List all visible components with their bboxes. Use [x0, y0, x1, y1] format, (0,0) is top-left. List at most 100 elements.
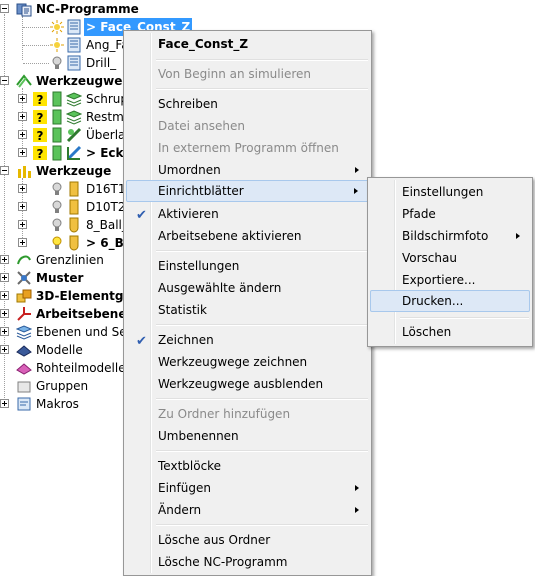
question-icon: ? — [33, 92, 47, 107]
pattern-icon — [17, 271, 31, 285]
menu-item-label: Umordnen — [158, 163, 221, 177]
menu-item-rename[interactable]: Umbenennen — [126, 425, 369, 447]
submenu-item-print[interactable]: Drucken... — [370, 290, 530, 312]
menu-item-settings[interactable]: Einstellungen — [126, 255, 369, 277]
menu-item-insert[interactable]: Einfügen — [126, 477, 369, 499]
menu-item-view-file[interactable]: Datei ansehen — [126, 115, 369, 137]
tree-label: Rohteilmodelle — [36, 361, 126, 375]
tree-label: Muster — [36, 271, 84, 285]
menu-item-label: Ändern — [158, 503, 202, 517]
submenu-arrow-icon — [355, 485, 359, 491]
menu-item-statistics[interactable]: Statistik — [126, 299, 369, 321]
expand-icon[interactable] — [18, 220, 27, 229]
submenu-item-preview[interactable]: Vorschau — [370, 247, 530, 269]
expand-icon[interactable] — [18, 130, 27, 139]
menu-item-open-external[interactable]: In externem Programm öffnen — [126, 137, 369, 159]
workplane-icon — [17, 307, 31, 321]
menu-item-reorder[interactable]: Umordnen — [126, 159, 369, 181]
menu-item-activate[interactable]: ✔ Aktivieren — [126, 203, 369, 225]
submenu-item-export[interactable]: Exportiere... — [370, 269, 530, 291]
feature-set-icon — [16, 289, 32, 303]
ball-mill-icon — [69, 235, 79, 251]
menu-separator — [156, 524, 368, 526]
menu-item-label: Zeichnen — [158, 333, 214, 347]
tree-label: Drill_ — [86, 56, 117, 70]
question-icon: ? — [33, 146, 47, 161]
nc-program-folder-icon — [16, 3, 32, 17]
tree-node-nc-programs[interactable]: NC-Programme — [0, 0, 200, 18]
bulb-icon — [52, 200, 62, 213]
menu-item-setup-sheets[interactable]: Einrichtblätter — [126, 180, 369, 202]
collapse-icon[interactable] — [0, 76, 9, 85]
tree-label: Arbeitsebenen — [36, 307, 136, 321]
menu-item-write[interactable]: Schreiben — [126, 93, 369, 115]
tree-label: Modelle — [36, 343, 83, 357]
active-star-icon — [50, 20, 64, 34]
menu-separator — [156, 59, 368, 61]
menu-item-simulate[interactable]: Von Beginn an simulieren — [126, 63, 369, 85]
active-bulb-icon — [52, 236, 62, 249]
expand-icon[interactable] — [0, 273, 9, 282]
svg-text:?: ? — [37, 147, 44, 161]
submenu-item-delete[interactable]: Löschen — [370, 321, 530, 343]
menu-item-label: Bildschirmfoto — [402, 229, 489, 243]
expand-icon[interactable] — [18, 202, 27, 211]
submenu-item-paths[interactable]: Pfade — [370, 203, 530, 225]
collapse-icon[interactable] — [0, 4, 9, 13]
corner-icon — [66, 145, 82, 161]
toolpaths-folder-icon — [16, 74, 32, 88]
menu-separator — [156, 324, 368, 326]
question-icon: ? — [33, 110, 47, 125]
bulb-icon — [52, 218, 62, 231]
expand-icon[interactable] — [0, 345, 9, 354]
menu-separator — [156, 450, 368, 452]
stock-model-icon — [16, 363, 32, 375]
expand-icon[interactable] — [18, 238, 27, 247]
tree-label: Schrup — [86, 92, 128, 106]
menu-item-delete-nc-program[interactable]: Lösche NC-Programm — [126, 551, 369, 573]
tools-folder-icon — [18, 166, 31, 178]
nc-program-icon — [67, 19, 81, 35]
expand-icon[interactable] — [18, 94, 27, 103]
tree-label: D10T2 — [86, 200, 126, 214]
collapse-icon[interactable] — [0, 166, 9, 175]
setup-sheets-submenu: Einstellungen Pfade Bildschirmfoto Vorsc… — [367, 177, 533, 347]
menu-item-edit[interactable]: Ändern — [126, 499, 369, 521]
menu-item-draw-toolpaths[interactable]: Werkzeugwege zeichnen — [126, 351, 369, 373]
menu-item-delete-from-folder[interactable]: Lösche aus Ordner — [126, 529, 369, 551]
menu-item-add-to-folder[interactable]: Zu Ordner hinzufügen — [126, 403, 369, 425]
expand-icon[interactable] — [18, 184, 27, 193]
nc-program-icon — [67, 37, 81, 53]
expand-icon[interactable] — [18, 148, 27, 157]
menu-item-label: Aktivieren — [158, 207, 219, 221]
end-mill-icon — [69, 181, 79, 197]
tree-label: NC-Programme — [36, 2, 139, 16]
submenu-arrow-icon — [355, 507, 359, 513]
menu-item-draw[interactable]: ✔ Zeichnen — [126, 329, 369, 351]
submenu-item-screenshot[interactable]: Bildschirmfoto — [370, 225, 530, 247]
expand-icon[interactable] — [0, 399, 9, 408]
expand-icon[interactable] — [0, 291, 9, 300]
svg-text:?: ? — [37, 111, 44, 125]
menu-item-activate-workplane[interactable]: Arbeitsebene aktivieren — [126, 225, 369, 247]
roughing-icon — [66, 92, 82, 107]
expand-icon[interactable] — [0, 255, 9, 264]
submenu-arrow-icon — [355, 167, 359, 173]
menu-item-edit-selected[interactable]: Ausgewählte ändern — [126, 277, 369, 299]
check-icon: ✔ — [136, 334, 147, 349]
svg-text:?: ? — [37, 129, 44, 143]
expand-icon[interactable] — [0, 309, 9, 318]
end-mill-icon — [69, 199, 79, 215]
expand-icon[interactable] — [18, 112, 27, 121]
menu-item-label: Einfügen — [158, 481, 211, 495]
tree-label: 8_Ball_ — [86, 218, 128, 232]
tool-icon — [52, 91, 62, 107]
expand-icon[interactable] — [0, 327, 9, 336]
tree-label: D16T1 — [86, 182, 126, 196]
tool-icon — [52, 127, 62, 143]
menu-separator — [400, 317, 529, 319]
menu-item-hide-toolpaths[interactable]: Werkzeugwege ausblenden — [126, 373, 369, 395]
star-icon — [50, 38, 64, 52]
menu-item-text-blocks[interactable]: Textblöcke — [126, 455, 369, 477]
submenu-item-settings[interactable]: Einstellungen — [370, 181, 530, 203]
